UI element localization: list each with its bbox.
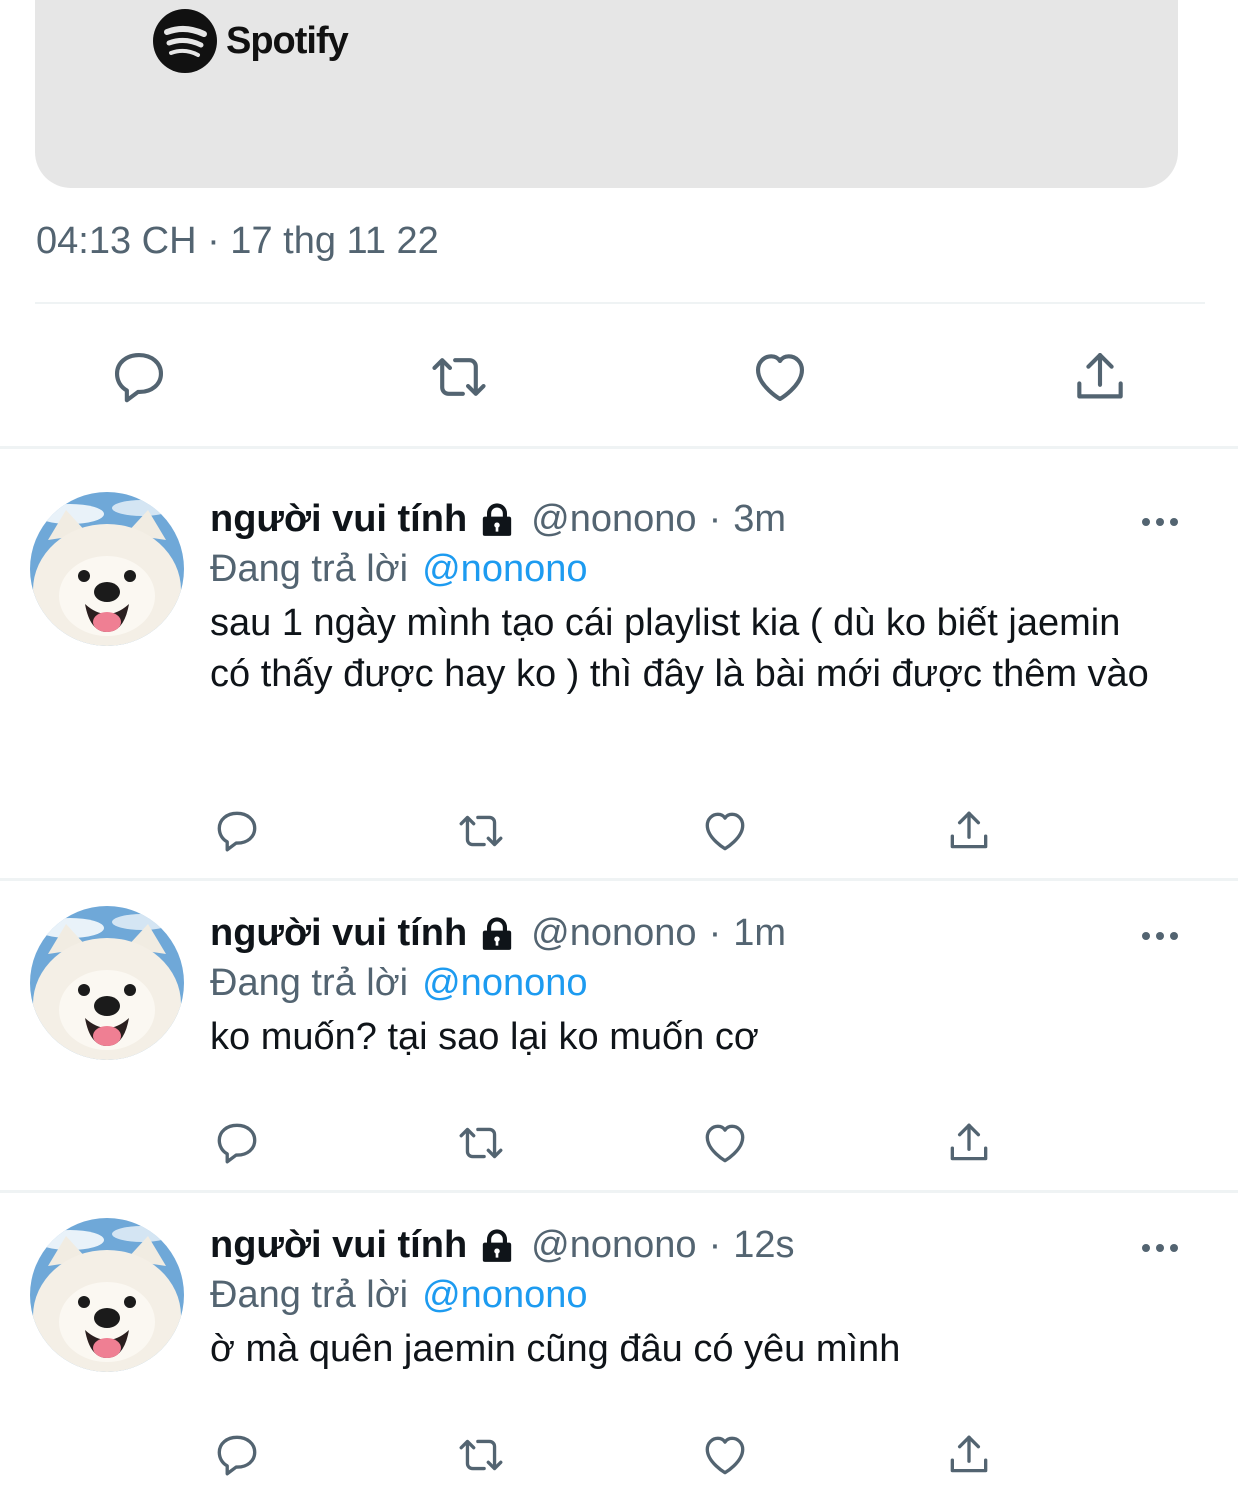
retweet-button[interactable] (428, 346, 490, 408)
reply-header: người vui tính @nonono · 3m (210, 498, 786, 541)
tweet-timestamp[interactable]: 04:13 CH · 17 thg 11 22 (36, 220, 439, 263)
display-name[interactable]: người vui tính (210, 912, 467, 955)
like-button[interactable] (749, 346, 811, 408)
more-options-icon[interactable] (1140, 1228, 1180, 1258)
share-icon (944, 1430, 994, 1480)
reply-button[interactable] (212, 1118, 262, 1168)
reply-header: người vui tính @nonono · 1m (210, 912, 786, 955)
spotify-brand: Spotify (152, 8, 349, 74)
separator: · (708, 1224, 722, 1266)
mention-link[interactable]: @nonono (422, 548, 587, 590)
reply-button[interactable] (212, 1430, 262, 1480)
retweet-icon (456, 1118, 506, 1168)
spotify-wordmark: Spotify (226, 19, 349, 62)
display-name[interactable]: người vui tính (210, 1224, 467, 1267)
separator: · (708, 912, 722, 954)
lock-icon (477, 914, 517, 954)
replying-label: Đang trả lời (210, 1274, 409, 1316)
reply-icon (108, 346, 170, 408)
divider (0, 446, 1238, 449)
reply-header: người vui tính @nonono · 12s (210, 1224, 795, 1267)
like-button[interactable] (700, 1118, 750, 1168)
share-button[interactable] (944, 806, 994, 856)
reply-tweet[interactable]: người vui tính @nonono · 3m Đang trả lời… (0, 498, 1238, 878)
replying-label: Đang trả lời (210, 548, 409, 590)
like-button[interactable] (700, 1430, 750, 1480)
more-options-icon[interactable] (1140, 502, 1180, 532)
reply-text: ko muốn? tại sao lại ko muốn cơ (210, 1016, 759, 1058)
lock-icon (477, 1226, 517, 1266)
divider (0, 878, 1238, 881)
heart-icon (700, 1430, 750, 1480)
separator: · (708, 498, 722, 540)
reply-tweet[interactable]: người vui tính @nonono · 1m Đang trả lời… (0, 912, 1238, 1190)
share-button[interactable] (944, 1430, 994, 1480)
spotify-embed-card[interactable]: Spotify (35, 0, 1178, 188)
retweet-button[interactable] (456, 1118, 506, 1168)
reply-icon (212, 806, 262, 856)
share-button[interactable] (1069, 346, 1131, 408)
heart-icon (700, 1118, 750, 1168)
mention-link[interactable]: @nonono (422, 962, 587, 1004)
dog-avatar-image (30, 906, 184, 1060)
replying-to: Đang trả lời @nonono (210, 962, 588, 1005)
dog-avatar-image (30, 1218, 184, 1372)
retweet-button[interactable] (456, 1430, 506, 1480)
relative-time[interactable]: 1m (733, 912, 786, 955)
heart-icon (700, 806, 750, 856)
avatar[interactable] (30, 906, 184, 1060)
dog-avatar-image (30, 492, 184, 646)
avatar[interactable] (30, 492, 184, 646)
mention-link[interactable]: @nonono (422, 1274, 587, 1316)
reply-tweet[interactable]: người vui tính @nonono · 12s Đang trả lờ… (0, 1224, 1238, 1502)
replying-to: Đang trả lời @nonono (210, 548, 588, 591)
retweet-icon (428, 346, 490, 408)
divider (35, 302, 1205, 304)
retweet-button[interactable] (456, 806, 506, 856)
replying-to: Đang trả lời @nonono (210, 1274, 588, 1317)
reply-button[interactable] (212, 806, 262, 856)
user-handle[interactable]: @nonono (531, 912, 696, 955)
user-handle[interactable]: @nonono (531, 1224, 696, 1267)
share-icon (944, 806, 994, 856)
relative-time[interactable]: 12s (733, 1224, 794, 1267)
spotify-logo-icon (153, 9, 217, 73)
reply-icon (212, 1118, 262, 1168)
divider (0, 1190, 1238, 1193)
share-icon (1069, 346, 1131, 408)
reply-icon (212, 1430, 262, 1480)
user-handle[interactable]: @nonono (531, 498, 696, 541)
share-icon (944, 1118, 994, 1168)
tweet-action-bar (0, 346, 1238, 408)
retweet-icon (456, 1430, 506, 1480)
reply-text: sau 1 ngày mình tạo cái playlist kia ( d… (210, 602, 1149, 695)
more-options-icon[interactable] (1140, 916, 1180, 946)
display-name[interactable]: người vui tính (210, 498, 467, 541)
replying-label: Đang trả lời (210, 962, 409, 1004)
heart-icon (749, 346, 811, 408)
relative-time[interactable]: 3m (733, 498, 786, 541)
like-button[interactable] (700, 806, 750, 856)
share-button[interactable] (944, 1118, 994, 1168)
reply-text: ờ mà quên jaemin cũng đâu có yêu mình (210, 1328, 901, 1370)
retweet-icon (456, 806, 506, 856)
reply-button[interactable] (108, 346, 170, 408)
lock-icon (477, 500, 517, 540)
avatar[interactable] (30, 1218, 184, 1372)
